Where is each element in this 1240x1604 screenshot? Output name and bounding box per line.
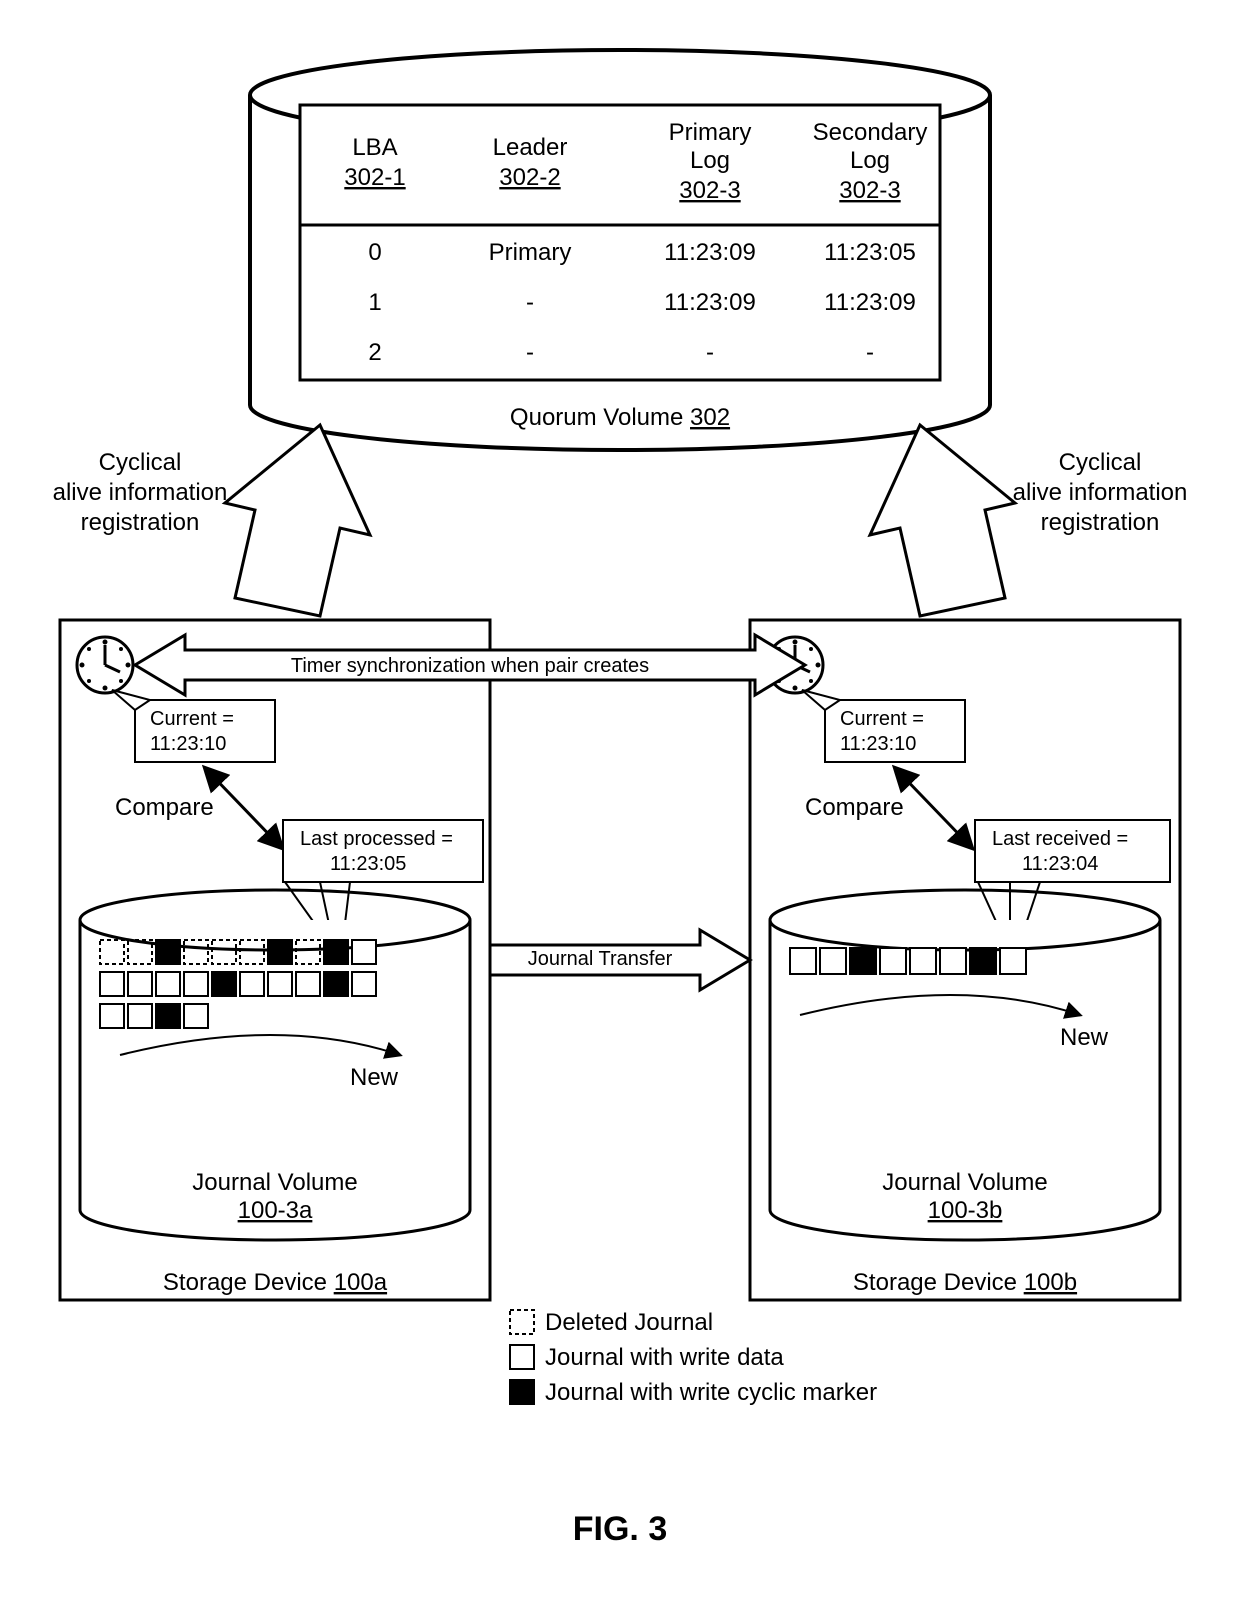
svg-text:Timer synchronization when pai: Timer synchronization when pair creates bbox=[291, 655, 649, 677]
svg-text:Last received =: Last received = bbox=[992, 828, 1128, 850]
journal-transfer-arrow: Journal Transfer bbox=[490, 930, 750, 990]
current-bubble-left: Current = 11:23:10 bbox=[112, 690, 275, 762]
svg-text:alive information: alive information bbox=[1013, 479, 1188, 506]
up-arrow-left bbox=[225, 425, 370, 616]
row1-lba: 1 bbox=[368, 289, 381, 316]
svg-text:11:23:05: 11:23:05 bbox=[330, 853, 406, 875]
svg-text:11:23:10: 11:23:10 bbox=[840, 733, 916, 755]
col-leader-ref: 302-2 bbox=[499, 164, 560, 191]
row2-p: - bbox=[706, 339, 714, 366]
journal-volume-left: Journal Volume 100-3a bbox=[80, 890, 470, 1240]
svg-text:Journal with write data: Journal with write data bbox=[545, 1344, 784, 1371]
quorum-title: Quorum Volume 302 bbox=[510, 404, 730, 431]
svg-text:New: New bbox=[1060, 1024, 1109, 1051]
legend: Deleted Journal Journal with write data … bbox=[510, 1309, 877, 1406]
col-secondary-1: Secondary bbox=[813, 119, 928, 146]
svg-text:100-3b: 100-3b bbox=[928, 1197, 1003, 1224]
svg-text:Cyclical: Cyclical bbox=[1059, 449, 1142, 476]
svg-text:registration: registration bbox=[1041, 509, 1160, 536]
row0-lba: 0 bbox=[368, 239, 381, 266]
row1-s: 11:23:09 bbox=[824, 289, 916, 316]
svg-text:Journal Volume: Journal Volume bbox=[192, 1169, 357, 1196]
svg-text:New: New bbox=[350, 1064, 399, 1091]
device-left-label: Storage Device 100a bbox=[163, 1269, 388, 1296]
col-secondary-ref: 302-3 bbox=[839, 177, 900, 204]
svg-text:registration: registration bbox=[81, 509, 200, 536]
up-arrow-right bbox=[870, 425, 1015, 616]
col-lba-label: LBA bbox=[352, 134, 397, 161]
row1-p: 11:23:09 bbox=[664, 289, 756, 316]
svg-text:Last processed =: Last processed = bbox=[300, 828, 453, 850]
cyclical-label-right: Cyclical alive information registration bbox=[1013, 449, 1188, 536]
col-secondary-2: Log bbox=[850, 147, 890, 174]
row2-s: - bbox=[866, 339, 874, 366]
svg-text:Current =: Current = bbox=[840, 708, 924, 730]
svg-text:Cyclical: Cyclical bbox=[99, 449, 182, 476]
svg-text:Journal Volume: Journal Volume bbox=[882, 1169, 1047, 1196]
col-primary-ref: 302-3 bbox=[679, 177, 740, 204]
row2-leader: - bbox=[526, 339, 534, 366]
device-right-label: Storage Device 100b bbox=[853, 1269, 1077, 1296]
figure-label: FIG. 3 bbox=[573, 1510, 667, 1548]
storage-device-right: Storage Device 100b Current = 11:23:10 C… bbox=[750, 620, 1180, 1300]
compare-label-left: Compare bbox=[115, 794, 214, 821]
row0-s: 11:23:05 bbox=[824, 239, 916, 266]
svg-text:11:23:10: 11:23:10 bbox=[150, 733, 226, 755]
col-primary-2: Log bbox=[690, 147, 730, 174]
quorum-volume: LBA 302-1 Leader 302-2 Primary Log 302-3… bbox=[250, 50, 990, 450]
row1-leader: - bbox=[526, 289, 534, 316]
svg-text:Deleted Journal: Deleted Journal bbox=[545, 1309, 713, 1336]
svg-text:Journal Transfer: Journal Transfer bbox=[528, 948, 673, 970]
cyclical-label-left: Cyclical alive information registration bbox=[53, 449, 228, 536]
storage-device-left: Storage Device 100a Current = 11:23:10 C… bbox=[60, 620, 490, 1300]
row2-lba: 2 bbox=[368, 339, 381, 366]
row0-p: 11:23:09 bbox=[664, 239, 756, 266]
col-leader-label: Leader bbox=[493, 134, 568, 161]
compare-label-right: Compare bbox=[805, 794, 904, 821]
svg-text:11:23:04: 11:23:04 bbox=[1022, 853, 1098, 875]
svg-text:alive information: alive information bbox=[53, 479, 228, 506]
current-bubble-right: Current = 11:23:10 bbox=[802, 690, 965, 762]
row0-leader: Primary bbox=[489, 239, 572, 266]
svg-text:Journal with write cyclic mark: Journal with write cyclic marker bbox=[545, 1379, 877, 1406]
col-primary-1: Primary bbox=[669, 119, 752, 146]
journal-volume-right: Journal Volume 100-3b New bbox=[770, 890, 1160, 1240]
svg-text:Current =: Current = bbox=[150, 708, 234, 730]
col-lba-ref: 302-1 bbox=[344, 164, 405, 191]
svg-text:100-3a: 100-3a bbox=[238, 1197, 313, 1224]
